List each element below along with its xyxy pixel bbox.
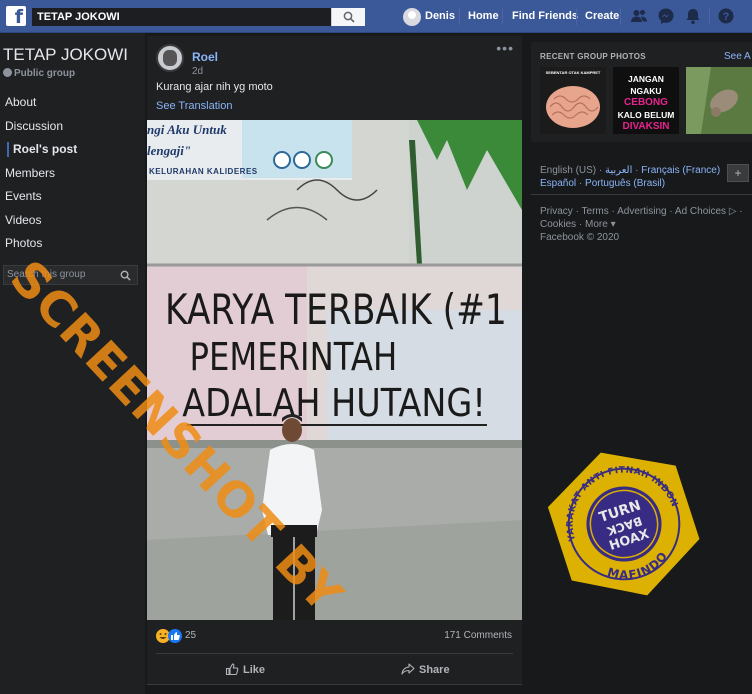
language-arabic[interactable]: العربية: [605, 165, 632, 176]
profile-link[interactable]: Denis: [425, 0, 455, 33]
action-divider: [156, 653, 513, 654]
nav-divider: [576, 8, 577, 25]
language-french[interactable]: Français (France): [641, 165, 720, 176]
footer-links: Privacy · Terms · Advertising · Ad Choic…: [540, 206, 743, 243]
globe-icon: [3, 68, 12, 77]
help-icon[interactable]: ?: [717, 7, 735, 25]
friend-requests-icon[interactable]: [630, 7, 648, 25]
menu-item-roels-post[interactable]: Roel's post: [0, 138, 140, 162]
user-avatar[interactable]: [403, 8, 421, 26]
thumb2-line4: DIVAKSIN: [622, 121, 670, 132]
graffiti-line3: ADALAH HUTANG!: [182, 382, 486, 426]
home-link[interactable]: Home: [468, 0, 499, 33]
like-label: Like: [243, 664, 266, 676]
brain-image: [546, 86, 600, 128]
footer-cookies[interactable]: Cookies: [540, 219, 576, 230]
recent-photo-thumb-2[interactable]: JANGAN NGAKU CEBONG KALO BELUM DIVAKSIN …: [613, 67, 679, 134]
language-spanish[interactable]: Español: [540, 178, 576, 189]
nav-divider: [620, 8, 621, 25]
nav-divider: [459, 8, 460, 25]
thumb2-line1: JANGAN NGAKU: [628, 74, 664, 96]
footer-more[interactable]: More: [585, 219, 608, 230]
menu-item-members[interactable]: Members: [0, 162, 140, 186]
search-icon: [120, 270, 131, 281]
menu-item-events[interactable]: Events: [0, 185, 140, 209]
thumb2-text: JANGAN NGAKU CEBONG KALO BELUM DIVAKSIN …: [613, 73, 679, 134]
global-search[interactable]: TETAP JOKOWI: [32, 8, 365, 26]
top-navigation-bar: f TETAP JOKOWI Denis Home Find Friends C…: [0, 0, 752, 33]
reaction-summary[interactable]: 25: [156, 628, 196, 644]
comments-count-link[interactable]: 171 Comments: [444, 630, 512, 641]
search-icon: [343, 11, 355, 23]
nav-divider: [502, 8, 503, 25]
recent-photos-title: RECENT GROUP PHOTOS: [540, 52, 646, 61]
reaction-count[interactable]: 25: [185, 630, 196, 641]
ad-choices-icon: ▷: [726, 206, 737, 217]
post-author-name[interactable]: Roel: [192, 50, 218, 64]
graffiti-line1: KARYA TERBAIK (#1: [165, 286, 507, 335]
post-timestamp[interactable]: 2d: [192, 66, 203, 77]
thumb2-footer: ...: [613, 133, 679, 134]
thumb2-line3: KALO BELUM: [617, 110, 675, 120]
recent-photo-thumb-1[interactable]: SEBENTAR OTAK KAMPRET: [540, 67, 606, 134]
post-options-button[interactable]: •••: [496, 40, 514, 56]
footer-privacy[interactable]: Privacy: [540, 206, 573, 217]
facebook-logo-icon[interactable]: f: [6, 6, 26, 26]
language-selector: English (US) · العربية · Français (Franc…: [540, 165, 721, 189]
author-avatar[interactable]: [156, 44, 184, 72]
find-friends-link[interactable]: Find Friends: [512, 0, 578, 33]
thumb2-line2: CEBONG: [624, 97, 668, 108]
post-photo[interactable]: ngi Aku Untuk lengaji" KELURAHAN KALIDER…: [147, 120, 522, 620]
share-button[interactable]: Share: [401, 662, 450, 676]
like-button[interactable]: Like: [225, 662, 265, 676]
footer-copyright: Facebook © 2020: [540, 232, 620, 243]
photo-banner-line2: lengaji": [147, 143, 191, 158]
notifications-icon[interactable]: [684, 7, 702, 25]
caret-down-icon: ▾: [607, 219, 616, 230]
next-post-edge: [147, 684, 522, 694]
menu-item-about[interactable]: About: [0, 91, 140, 115]
search-button[interactable]: [331, 8, 365, 26]
search-input[interactable]: TETAP JOKOWI: [32, 8, 332, 26]
graffiti-line2: PEMERINTAH: [190, 336, 398, 380]
thumbs-up-icon: [225, 663, 239, 676]
create-link[interactable]: Create: [585, 0, 619, 33]
share-label: Share: [419, 664, 450, 676]
animal-photo: [686, 67, 752, 134]
group-privacy: Public group: [3, 68, 75, 79]
language-current: English (US): [540, 165, 597, 176]
recent-photo-thumb-3[interactable]: [686, 67, 752, 134]
footer-terms[interactable]: Terms: [582, 206, 609, 217]
like-reaction-icon: [168, 628, 182, 643]
post-photo-image: ngi Aku Untuk lengaji" KELURAHAN KALIDER…: [147, 120, 522, 620]
menu-item-photos[interactable]: Photos: [0, 232, 140, 256]
menu-item-videos[interactable]: Videos: [0, 209, 140, 233]
photo-banner-line1: ngi Aku Untuk: [147, 122, 227, 137]
messenger-icon[interactable]: [657, 7, 675, 25]
nav-divider: [709, 8, 710, 25]
turnbackhoax-stamp: MASYARAKAT ANTI FITNAH INDONESIA MAFINDO…: [545, 444, 700, 596]
post-text: Kurang ajar nih yg moto: [156, 81, 273, 93]
menu-item-discussion[interactable]: Discussion: [0, 115, 140, 139]
photo-banner-line3: KELURAHAN KALIDERES: [149, 167, 258, 176]
language-portuguese[interactable]: Português (Brasil): [585, 178, 665, 189]
share-arrow-icon: [401, 663, 415, 675]
see-translation-link[interactable]: See Translation: [156, 100, 232, 112]
group-type-label: Public group: [14, 68, 76, 79]
group-name[interactable]: TETAP JOKOWI: [3, 45, 128, 65]
svg-text:?: ?: [723, 11, 730, 23]
footer-divider: [531, 194, 752, 195]
footer-ad-choices[interactable]: Ad Choices: [675, 206, 726, 217]
more-languages-button[interactable]: +: [727, 164, 749, 182]
recent-group-photos: RECENT GROUP PHOTOS See A SEBENTAR OTAK …: [531, 42, 752, 142]
group-menu: About Discussion Roel's post Members Eve…: [0, 91, 140, 256]
footer-advertising[interactable]: Advertising: [617, 206, 666, 217]
see-all-link[interactable]: See A: [724, 51, 751, 62]
